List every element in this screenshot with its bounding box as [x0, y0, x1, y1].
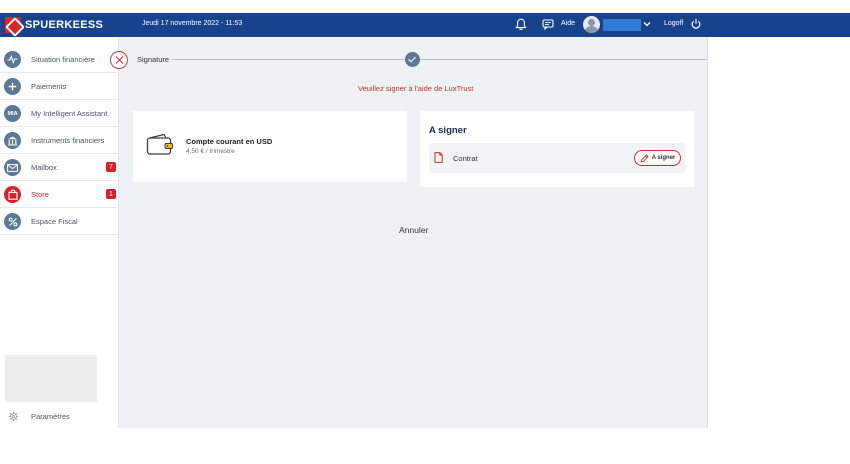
sidebar-item-label: Paiements — [31, 81, 67, 91]
plus-icon — [4, 78, 21, 95]
sidebar-item-situation-financiere[interactable]: Situation financière — [0, 46, 119, 73]
close-button[interactable] — [110, 51, 128, 69]
sidebar-item-label: Store — [31, 189, 49, 199]
chevron-down-icon[interactable] — [643, 20, 651, 28]
sidebar-item-espace-fiscal[interactable]: Espace Fiscal — [0, 208, 119, 235]
account-card: Compte courant en USD 4,50 € / trimestre — [133, 111, 407, 182]
right-panel — [707, 37, 850, 428]
sidebar-item-my-intelligent-assistant[interactable]: MIA My Intelligent Assistant — [0, 100, 119, 127]
user-name-redacted[interactable] — [603, 19, 641, 31]
brand-name: SPUERKEESS — [25, 19, 104, 31]
activity-icon — [4, 51, 21, 68]
account-fee: 4,50 € / trimestre — [186, 148, 235, 155]
sidebar-item-paiements[interactable]: Paiements — [0, 73, 119, 100]
document-row: Contrat A signer — [429, 143, 685, 173]
help-link[interactable]: Aide — [561, 20, 575, 27]
app-window: SPUERKEESS Jeudi 17 novembre 2022 - 11:5… — [0, 0, 850, 464]
gear-icon — [8, 411, 19, 422]
mailbox-count-badge: 7 — [106, 162, 116, 172]
user-avatar[interactable] — [583, 16, 600, 33]
sidebar-item-store[interactable]: Store 1 — [0, 181, 119, 208]
bank-icon — [4, 132, 21, 149]
settings-link[interactable]: Paramètres — [8, 410, 118, 424]
power-icon[interactable] — [690, 18, 702, 30]
spuerkeess-logo-icon — [5, 17, 21, 33]
sidebar-item-label: My Intelligent Assistant — [31, 108, 108, 118]
sidebar-item-label: Instruments financiers — [31, 135, 105, 145]
sidebar-item-label: Situation financière — [31, 54, 95, 64]
chat-icon[interactable] — [542, 19, 554, 30]
to-sign-title: A signer — [429, 125, 467, 136]
bell-icon[interactable] — [515, 18, 527, 31]
step-complete-check-icon — [405, 52, 420, 67]
to-sign-card: A signer Contrat A signer — [420, 111, 694, 187]
account-title: Compte courant en USD — [186, 137, 273, 146]
cancel-button[interactable]: Annuler — [399, 225, 428, 235]
store-count-badge: 1 — [106, 189, 116, 199]
document-label: Contrat — [453, 154, 478, 163]
mia-icon: MIA — [4, 105, 21, 122]
document-icon — [434, 152, 443, 163]
stepper-current-step: Signature — [137, 55, 170, 64]
sidebar-item-mailbox[interactable]: Mailbox 7 — [0, 154, 119, 181]
stepper-line — [420, 59, 707, 60]
bag-icon — [4, 186, 21, 203]
wallet-icon — [146, 133, 173, 155]
sidebar: Situation financière Paiements MIA My In… — [0, 37, 119, 428]
promo-placeholder — [5, 355, 97, 402]
top-bar: SPUERKEESS Jeudi 17 novembre 2022 - 11:5… — [0, 13, 850, 37]
percent-icon — [4, 213, 21, 230]
brand-logo[interactable]: SPUERKEESS — [5, 17, 103, 33]
current-datetime: Jeudi 17 novembre 2022 - 11:53 — [142, 20, 243, 27]
pen-icon — [639, 153, 649, 163]
sign-button-label: A signer — [651, 155, 676, 161]
sidebar-item-label: Espace Fiscal — [31, 216, 78, 226]
signature-notice: Veuillez signer à l'aide de LuxTrust — [358, 84, 474, 93]
sign-button[interactable]: A signer — [634, 150, 681, 166]
logoff-button[interactable]: Logoff — [664, 20, 683, 27]
mail-icon — [4, 159, 21, 176]
sidebar-item-instruments-financiers[interactable]: Instruments financiers — [0, 127, 119, 154]
sidebar-item-label: Mailbox — [31, 162, 57, 172]
settings-label: Paramètres — [31, 412, 70, 421]
stepper-line — [172, 59, 405, 60]
